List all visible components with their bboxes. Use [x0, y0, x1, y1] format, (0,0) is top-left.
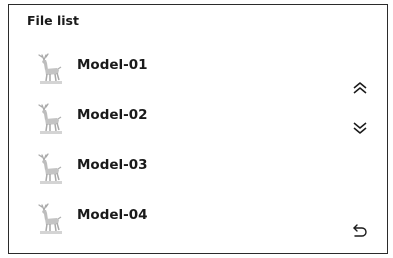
file-name: Model-01 — [77, 57, 148, 73]
file-item-model-02[interactable]: Model-02 — [31, 101, 331, 137]
page-up-button[interactable] — [348, 76, 372, 100]
deer-model-icon — [31, 151, 67, 187]
back-button[interactable] — [348, 219, 372, 243]
double-chevron-down-icon — [353, 122, 367, 134]
file-name: Model-02 — [77, 107, 148, 123]
file-item-model-01[interactable]: Model-01 — [31, 51, 331, 87]
return-arrow-icon — [353, 224, 367, 237]
deer-model-icon — [31, 101, 67, 137]
page-title: File list — [27, 13, 79, 28]
file-item-model-03[interactable]: Model-03 — [31, 151, 331, 187]
deer-model-icon — [31, 51, 67, 87]
file-name: Model-03 — [77, 157, 148, 173]
deer-model-icon — [31, 201, 67, 237]
file-list-panel: File list Model-01 Model-02 Model-03 Mod… — [8, 4, 388, 254]
file-item-model-04[interactable]: Model-04 — [31, 201, 331, 237]
file-name: Model-04 — [77, 207, 148, 223]
double-chevron-up-icon — [353, 82, 367, 94]
page-down-button[interactable] — [348, 116, 372, 140]
